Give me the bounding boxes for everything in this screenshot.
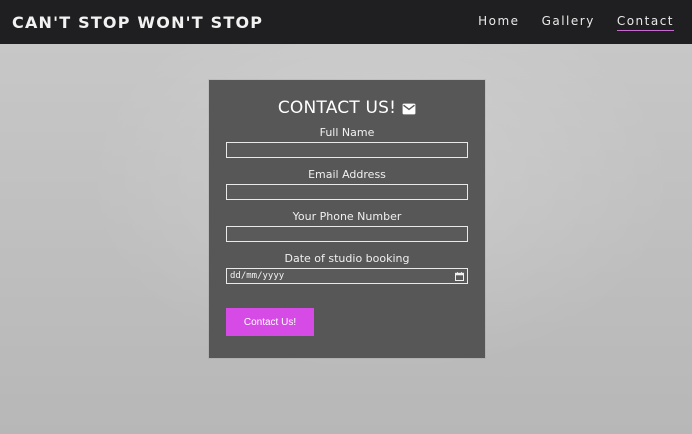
email-input[interactable] (226, 184, 468, 200)
date-input-value: dd/mm/yyyy (230, 271, 285, 281)
mail-icon (402, 102, 416, 115)
email-label: Email Address (308, 168, 386, 181)
form-title: CONTACT US! (277, 98, 397, 118)
contact-form-card: CONTACT US! Full Name Email Address Your… (209, 80, 485, 358)
top-navbar: CAN'T STOP WON'T STOP Home Gallery Conta… (0, 0, 692, 44)
nav-contact[interactable]: Contact (616, 14, 674, 31)
brand-title[interactable]: CAN'T STOP WON'T STOP (12, 13, 263, 32)
nav-links: Home Gallery Contact (478, 14, 674, 31)
full-name-label: Full Name (319, 126, 375, 139)
calendar-icon[interactable] (455, 271, 464, 281)
contact-submit-button[interactable]: Contact Us! (226, 308, 314, 336)
nav-gallery[interactable]: Gallery (542, 14, 595, 30)
date-label: Date of studio booking (284, 252, 410, 265)
full-name-input[interactable] (226, 142, 468, 158)
phone-input[interactable] (226, 226, 468, 242)
nav-home[interactable]: Home (478, 14, 519, 30)
phone-label: Your Phone Number (292, 210, 402, 223)
form-title-row: CONTACT US! (226, 98, 468, 118)
date-input[interactable]: dd/mm/yyyy (226, 268, 468, 284)
